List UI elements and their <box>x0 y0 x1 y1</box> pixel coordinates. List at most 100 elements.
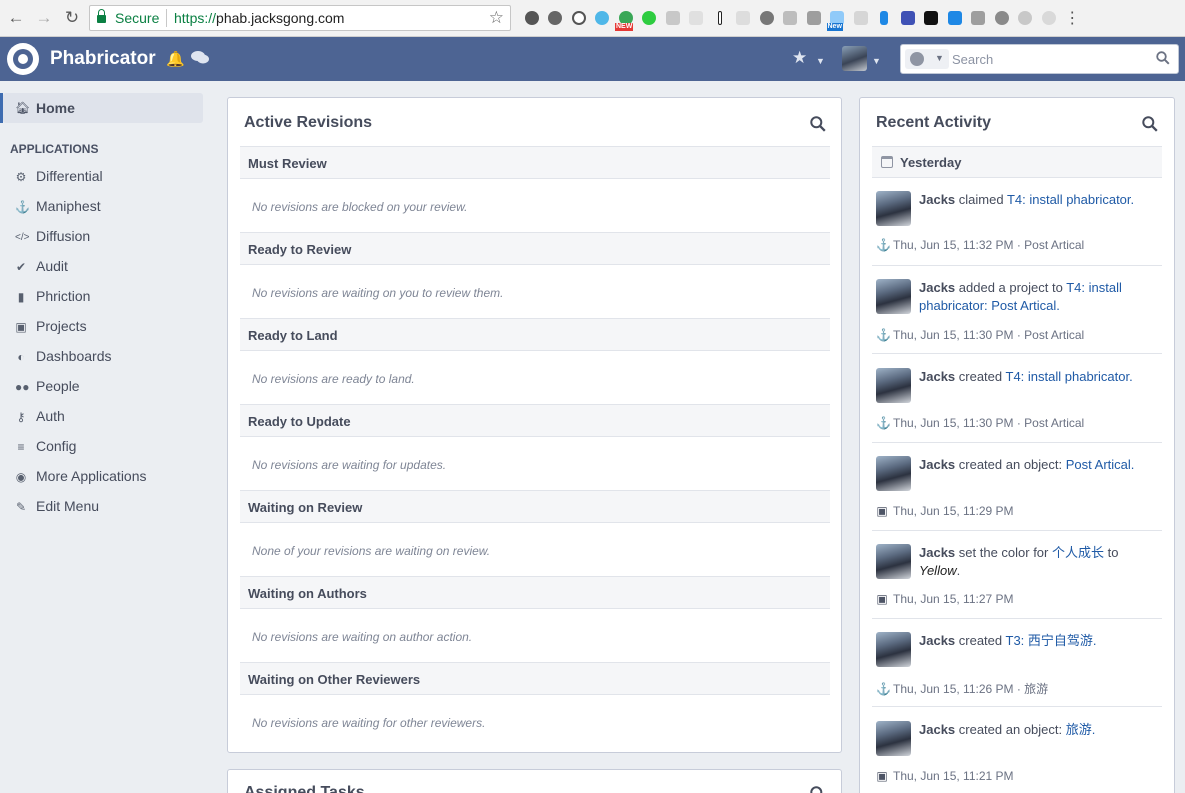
extension-icon[interactable] <box>920 8 944 28</box>
forward-arrow-icon[interactable]: → <box>34 8 54 28</box>
story-timestamp[interactable]: Thu, Jun 15, 11:30 PM · Post Artical <box>893 416 1084 430</box>
extension-icon[interactable] <box>802 8 826 28</box>
story-user[interactable]: Jacks <box>919 280 955 295</box>
story-timestamp[interactable]: Thu, Jun 15, 11:29 PM <box>893 504 1014 518</box>
search-scope-selector[interactable]: ▼ <box>905 49 949 69</box>
user-avatar[interactable] <box>876 279 911 314</box>
extension-icon[interactable] <box>990 8 1014 28</box>
story-link[interactable]: T3: 西宁自驾游. <box>1006 633 1097 648</box>
feed-story: Jacks set the color for 个人成长 to Yellow. … <box>872 531 1162 619</box>
extension-icon[interactable] <box>873 8 897 28</box>
user-avatar[interactable] <box>876 721 911 756</box>
story-user[interactable]: Jacks <box>919 545 955 560</box>
search-input[interactable]: Search <box>952 52 993 67</box>
story-timestamp[interactable]: Thu, Jun 15, 11:32 PM · Post Artical <box>893 238 1084 252</box>
revision-section-header: Ready to Land <box>240 318 830 351</box>
chrome-menu-icon[interactable]: ⋮ <box>1061 8 1085 28</box>
section-title: Waiting on Other Reviewers <box>248 672 421 687</box>
chevron-down-icon[interactable]: ▼ <box>816 56 825 66</box>
conpherence-chat-icon[interactable] <box>191 50 209 69</box>
sidebar-item-home[interactable]: 🏠︎ Home <box>0 93 203 123</box>
user-avatar[interactable] <box>842 46 867 71</box>
secure-label: Secure <box>115 10 160 26</box>
user-avatar[interactable] <box>876 544 911 579</box>
extension-icon[interactable] <box>661 8 685 28</box>
chevron-down-icon[interactable]: ▼ <box>872 56 881 66</box>
extension-icon[interactable] <box>849 8 873 28</box>
sidebar-item-people[interactable]: ●● People <box>0 375 211 401</box>
extension-icon[interactable] <box>755 8 779 28</box>
extension-icon[interactable] <box>896 8 920 28</box>
sidebar-item-phriction[interactable]: ▮ Phriction <box>0 285 211 311</box>
user-avatar[interactable] <box>876 632 911 667</box>
story-link[interactable]: T4: install phabricator. <box>1006 369 1133 384</box>
user-avatar[interactable] <box>876 368 911 403</box>
extension-icon[interactable] <box>1037 8 1061 28</box>
extension-icon[interactable]: New <box>826 8 850 31</box>
sidebar-item-edit-menu[interactable]: ✎ Edit Menu <box>0 495 211 521</box>
extension-icon[interactable] <box>567 8 591 28</box>
revision-section-header: Ready to Review <box>240 232 830 265</box>
story-link[interactable]: 个人成长 <box>1052 545 1104 560</box>
chevron-down-icon: ▼ <box>935 53 944 63</box>
story-link[interactable]: 旅游. <box>1066 722 1096 737</box>
extension-icon[interactable] <box>967 8 991 28</box>
sidebar-item-auth[interactable]: ⚷ Auth <box>0 405 211 431</box>
bell-icon[interactable]: 🔔 <box>166 50 185 68</box>
user-avatar[interactable] <box>876 456 911 491</box>
story-timestamp[interactable]: Thu, Jun 15, 11:21 PM <box>893 769 1014 783</box>
search-icon[interactable] <box>810 786 826 793</box>
story-link[interactable]: Post Artical. <box>1066 457 1135 472</box>
empty-state-text: No revisions are blocked on your review. <box>252 200 468 214</box>
phabricator-logo-icon[interactable] <box>7 43 39 75</box>
story-timestamp[interactable]: Thu, Jun 15, 11:30 PM · Post Artical <box>893 328 1084 342</box>
extension-icon[interactable] <box>779 8 803 28</box>
sidebar-item-maniphest[interactable]: ⚓ Maniphest <box>0 195 211 221</box>
search-icon[interactable] <box>1156 51 1170 65</box>
story-user[interactable]: Jacks <box>919 722 955 737</box>
extension-icon[interactable] <box>708 8 732 28</box>
reload-icon[interactable]: ↻ <box>62 8 82 28</box>
sidebar-item-config[interactable]: ≡ Config <box>0 435 211 461</box>
bookmark-star-icon[interactable]: ☆ <box>489 8 504 28</box>
search-box[interactable]: ▼ Search <box>900 44 1179 74</box>
user-avatar[interactable] <box>876 191 911 226</box>
extension-icon[interactable] <box>943 8 967 28</box>
story-user[interactable]: Jacks <box>919 457 955 472</box>
search-icon[interactable] <box>1142 116 1158 132</box>
sidebar-item-differential[interactable]: ⚙ Differential <box>0 165 211 191</box>
extension-badge: NEW <box>615 23 634 31</box>
story-user[interactable]: Jacks <box>919 369 955 384</box>
extension-icon[interactable]: NEW <box>614 8 638 31</box>
story-text: Jacks created an object: 旅游. <box>919 721 1159 739</box>
feed-story: Jacks claimed T4: install phabricator. ⚓… <box>872 178 1162 266</box>
extension-icon[interactable] <box>520 8 544 28</box>
story-link[interactable]: T4: install phabricator. <box>1007 192 1134 207</box>
sidebar-item-dashboards[interactable]: ◐ Dashboards <box>0 345 211 371</box>
url-protocol: https:// <box>174 10 217 26</box>
app-name[interactable]: Phabricator <box>50 48 156 70</box>
extension-icon[interactable] <box>638 8 662 28</box>
favorites-star-icon[interactable]: ★ <box>792 48 807 68</box>
address-bar[interactable]: Secure https://phab.jacksgong.com ☆ <box>89 5 511 31</box>
story-timestamp[interactable]: Thu, Jun 15, 11:26 PM · 旅游 <box>893 682 1048 696</box>
back-arrow-icon[interactable]: ← <box>6 8 26 28</box>
extension-icon[interactable] <box>544 8 568 28</box>
sidebar-item-more-applications[interactable]: ◉ More Applications <box>0 465 211 491</box>
sidebar-item-diffusion[interactable]: </> Diffusion <box>0 225 211 251</box>
extension-icon[interactable] <box>1014 8 1038 28</box>
extension-icon[interactable] <box>685 8 709 28</box>
story-user[interactable]: Jacks <box>919 633 955 648</box>
search-icon[interactable] <box>810 116 826 132</box>
anchor-icon: ⚓ <box>876 238 891 252</box>
extension-icon[interactable] <box>732 8 756 28</box>
anchor-icon: ⚓ <box>876 416 891 430</box>
story-user[interactable]: Jacks <box>919 192 955 207</box>
story-timestamp[interactable]: Thu, Jun 15, 11:27 PM <box>893 592 1014 606</box>
sidebar-item-audit[interactable]: ✔ Audit <box>0 255 211 281</box>
story-meta: ⚓ Thu, Jun 15, 11:30 PM · Post Artical <box>876 328 1084 342</box>
sidebar-item-projects[interactable]: ▣ Projects <box>0 315 211 341</box>
extension-icon[interactable] <box>591 8 615 28</box>
url-text[interactable]: https://phab.jacksgong.com <box>174 10 344 26</box>
check-circle-icon: ✔ <box>15 260 27 274</box>
